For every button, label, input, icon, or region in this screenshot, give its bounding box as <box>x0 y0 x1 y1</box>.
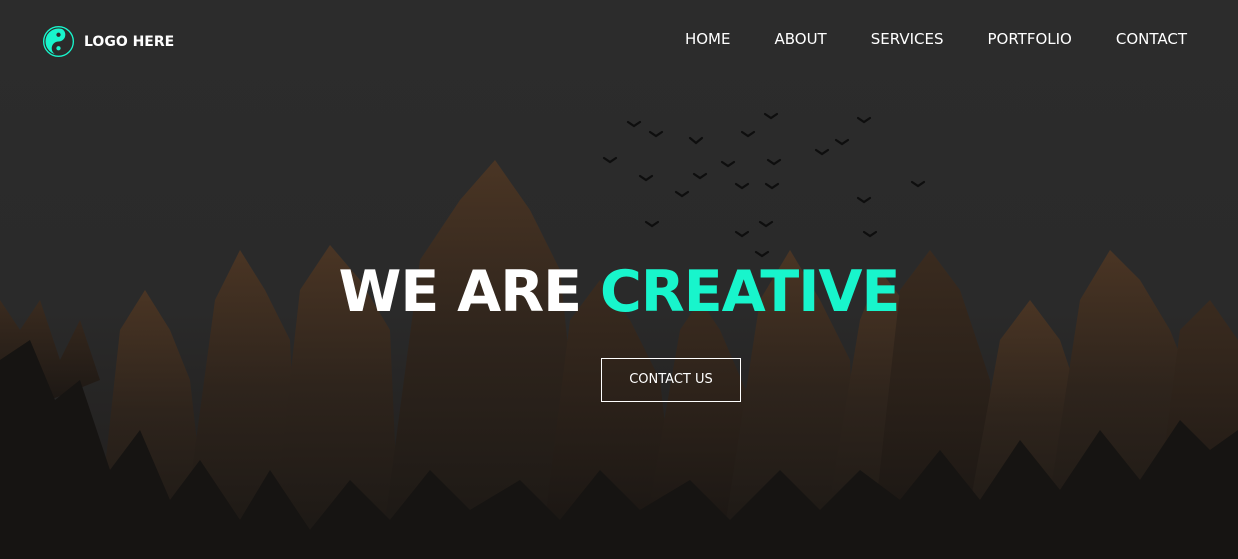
nav-link-home[interactable]: HOME <box>685 30 731 48</box>
hero-section: LOGO HERE HOME ABOUT SERVICES PORTFOLIO … <box>0 0 1238 559</box>
nav-link-contact[interactable]: CONTACT <box>1116 30 1187 48</box>
yin-yang-icon <box>42 25 75 58</box>
headline-part-1: WE ARE <box>338 259 583 325</box>
logo-text: LOGO HERE <box>84 33 175 50</box>
headline-part-2: CREATIVE <box>599 259 900 325</box>
brand-logo[interactable]: LOGO HERE <box>42 25 174 58</box>
top-navbar: LOGO HERE HOME ABOUT SERVICES PORTFOLIO … <box>0 0 1238 84</box>
hero-headline: WE ARE CREATIVE <box>0 259 1238 325</box>
main-nav: HOME ABOUT SERVICES PORTFOLIO CONTACT <box>685 30 1187 48</box>
nav-link-portfolio[interactable]: PORTFOLIO <box>987 30 1071 48</box>
contact-us-button[interactable]: CONTACT US <box>601 358 741 402</box>
nav-link-about[interactable]: ABOUT <box>774 30 826 48</box>
nav-link-services[interactable]: SERVICES <box>871 30 944 48</box>
